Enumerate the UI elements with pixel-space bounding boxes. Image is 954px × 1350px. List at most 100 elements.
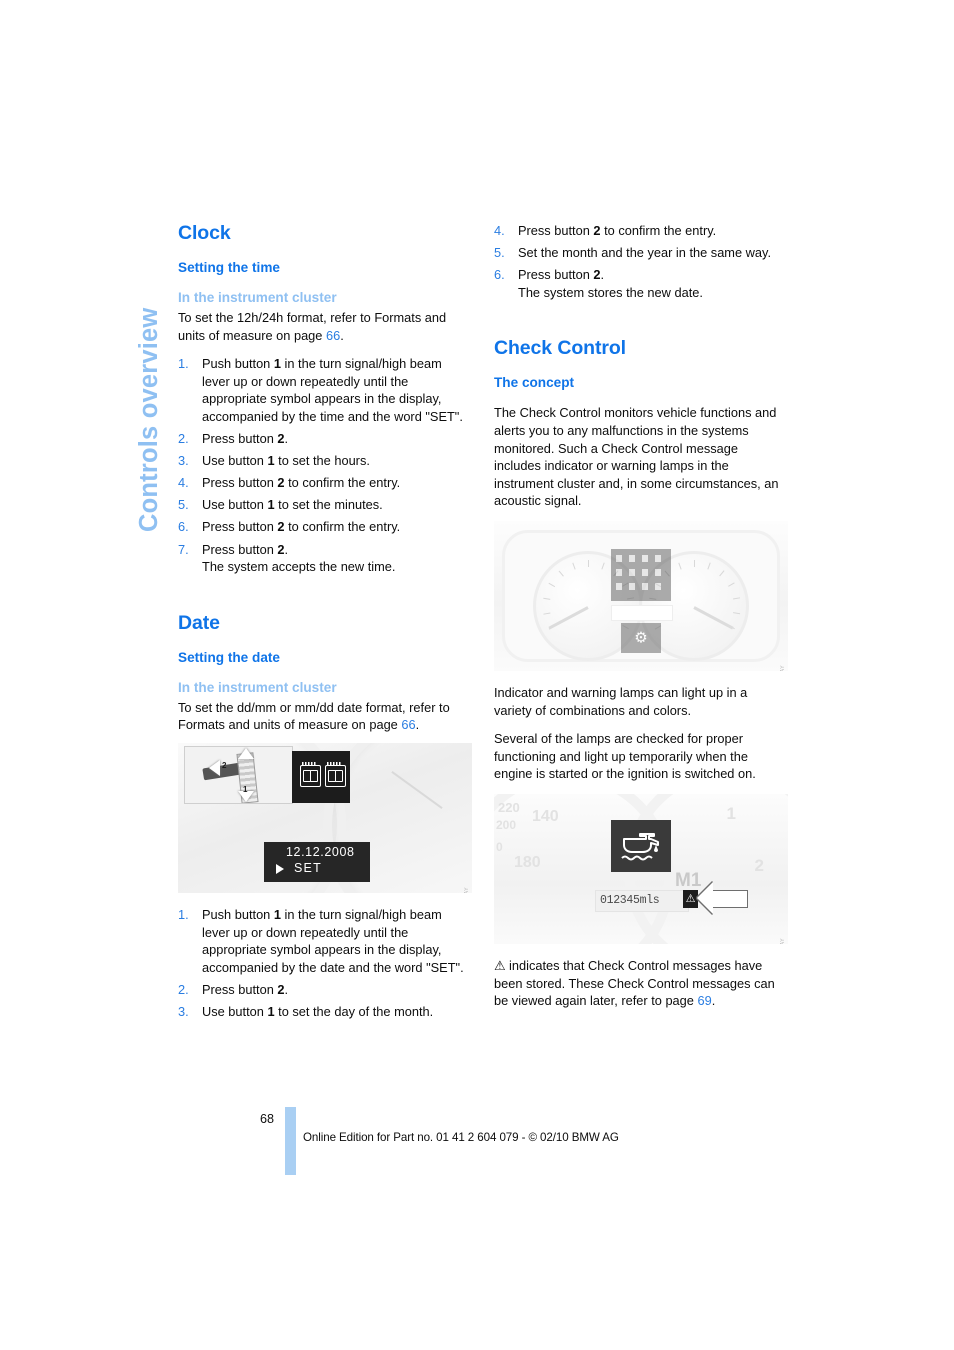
step-text-pre: Press button	[202, 431, 278, 447]
figure-watermark: MOTOR.OTAY	[780, 938, 786, 944]
list-item: 2. Press button 2.	[178, 981, 472, 999]
step-number: 2.	[178, 431, 189, 447]
page-link-69[interactable]: 69	[697, 993, 711, 1008]
figure-oil-level-warning: 220 200 140 180 0 1 2 M1 012345mls ⚠	[494, 793, 788, 944]
list-item: 1. Push button 1 in the turn signal/high …	[178, 906, 472, 976]
running-head-controls-overview: Controls overview	[134, 0, 178, 532]
lcd-date-value: 12.12.2008	[286, 844, 355, 859]
step-number: 1.	[178, 356, 189, 372]
oil-level-warning-display	[611, 819, 671, 872]
list-item: 1. Push button 1 in the turn signal/high …	[178, 355, 472, 425]
rpm-tick-2: 2	[754, 855, 764, 875]
subheading-setting-the-time: Setting the time	[178, 260, 280, 275]
step-text-post: to set the day of the month.	[274, 1003, 434, 1019]
step-text-post: .	[284, 541, 289, 557]
date-steps-list: 1. Push button 1 in the turn signal/high …	[178, 906, 472, 1021]
manual-page: Controls overview Clock Setting the time…	[0, 0, 954, 1350]
step-button-ref: 1	[267, 453, 275, 469]
check-control-paragraph-1: The Check Control monitors vehicle funct…	[494, 405, 779, 509]
running-head-label: Controls overview	[135, 307, 163, 532]
step-text-pre: Push button	[202, 906, 274, 922]
date-steps-continued-list: 4. Press button 2 to confirm the entry. 5…	[494, 222, 788, 301]
date-intro-text-b: .	[415, 717, 420, 733]
play-triangle-icon	[276, 863, 284, 874]
calendar-page-left-icon	[300, 761, 321, 787]
subheading-the-concept: The concept	[494, 375, 575, 391]
step-text-post: .	[600, 267, 605, 283]
list-item: 4. Press button 2 to confirm the entry.	[178, 474, 472, 492]
list-item: 4. Press button 2 to confirm the entry.	[494, 222, 788, 240]
tachometer-needle-icon	[693, 606, 734, 630]
step-number: 6.	[178, 519, 189, 535]
check-control-paragraph-4: ⚠ indicates that Check Control messages …	[494, 957, 788, 1010]
page-number: 68	[260, 1112, 275, 1126]
section-heading-date: Date	[178, 611, 220, 634]
oil-can-icon	[621, 832, 659, 861]
step-text-pre: Use button	[202, 497, 268, 513]
subsubheading-in-the-instrument-cluster-date: In the instrument cluster	[178, 679, 337, 695]
step-number: 4.	[178, 475, 189, 491]
section-heading-check-control: Check Control	[494, 337, 626, 360]
step-button-ref: 2	[277, 519, 285, 535]
calendar-page-right-icon	[325, 761, 346, 787]
figure-watermark: MOTOR.OTAY	[464, 887, 470, 893]
speed-tick-220: 220	[498, 799, 520, 815]
step-number: 4.	[494, 223, 505, 238]
list-item: 5. Use button 1 to set the minutes.	[178, 496, 472, 514]
step-number: 2.	[178, 981, 189, 997]
step-text-pre: Set the month and the year in the same w…	[518, 245, 772, 261]
two-column-body: Clock Setting the time In the instrument…	[178, 222, 788, 1082]
date-intro-paragraph: To set the dd/mm or mm/dd date format, r…	[178, 699, 472, 734]
calendar-icon	[300, 761, 346, 787]
center-display-icon	[611, 548, 671, 601]
section-heading-clock: Clock	[178, 222, 231, 244]
step-text-second-line: The system accepts the new time.	[202, 559, 396, 575]
speedometer-needle-icon	[548, 606, 589, 630]
page-link-66-date[interactable]: 66	[401, 717, 415, 732]
step-text-pre: Use button	[202, 1003, 268, 1019]
step-number: 5.	[494, 245, 505, 261]
lever-detail-inset: 1 2	[184, 745, 293, 804]
list-item: 2. Press button 2.	[178, 430, 472, 448]
step-text-pre: Press button	[518, 267, 594, 283]
warning-lamp-box: ⚙	[621, 622, 661, 653]
figure-instrument-cluster: ⚙ MOTOR.OTAY	[494, 520, 788, 671]
list-item: 3. Use button 1 to set the day of the mon…	[178, 1003, 472, 1021]
step-button-ref: 2	[277, 431, 285, 447]
clock-steps-list: 1. Push button 1 in the turn signal/high …	[178, 355, 472, 576]
check-control-paragraph-2: Indicator and warning lamps can light up…	[494, 684, 748, 718]
step-button-ref: 1	[273, 906, 281, 922]
step-text-post: to confirm the entry.	[284, 475, 401, 491]
figure-watermark: MOTOR.OTAY	[780, 665, 786, 671]
steering-wheel-icon: ⚙	[634, 629, 648, 647]
clock-intro-text-a: To set the 12h/24h format, refer to Form…	[178, 310, 447, 343]
calendar-symbol-display	[292, 750, 350, 803]
step-number: 7.	[178, 541, 189, 557]
arrow-up-icon	[238, 747, 254, 759]
subsubheading-in-the-instrument-cluster-time: In the instrument cluster	[178, 290, 337, 305]
step-text-post: to confirm the entry.	[600, 223, 717, 238]
page-link-66-clock[interactable]: 66	[326, 328, 340, 343]
step-button-ref: 2	[593, 223, 601, 238]
step-number: 6.	[494, 267, 505, 283]
warning-triangle-icon: ⚠	[494, 957, 506, 973]
step-text-post: .	[284, 431, 289, 447]
clock-intro-text-b: .	[340, 327, 344, 343]
check-control-warning-triangle-icon: ⚠	[683, 889, 698, 908]
speed-tick-140: 140	[532, 807, 559, 825]
check-control-para4-text-a: indicates that Check Control messages ha…	[494, 957, 775, 1009]
step-text-pre: Press button	[202, 519, 278, 535]
step-text-post: to set the minutes.	[274, 497, 383, 513]
step-text-pre: Press button	[202, 475, 278, 491]
speed-tick-200: 200	[496, 817, 517, 832]
odometer-strip	[611, 604, 673, 621]
figure-turn-signal-lever-date-display: 1 2 12.12.2008 SET MOTOR.OTAY	[178, 742, 472, 893]
page-footer: 68 Online Edition for Part no. 01 41 2 6…	[0, 1104, 954, 1194]
step-text-pre: Use button	[202, 453, 268, 469]
clock-intro-paragraph: To set the 12h/24h format, refer to Form…	[178, 309, 472, 344]
step-text-second-line: The system stores the new date.	[518, 284, 703, 300]
chapter-tab-marker	[285, 1107, 296, 1175]
list-item: 6. Press button 2. The system stores the n…	[494, 266, 788, 301]
step-text-pre: Press button	[202, 981, 278, 997]
list-item: 7. Press button 2. The system accepts the …	[178, 541, 472, 576]
